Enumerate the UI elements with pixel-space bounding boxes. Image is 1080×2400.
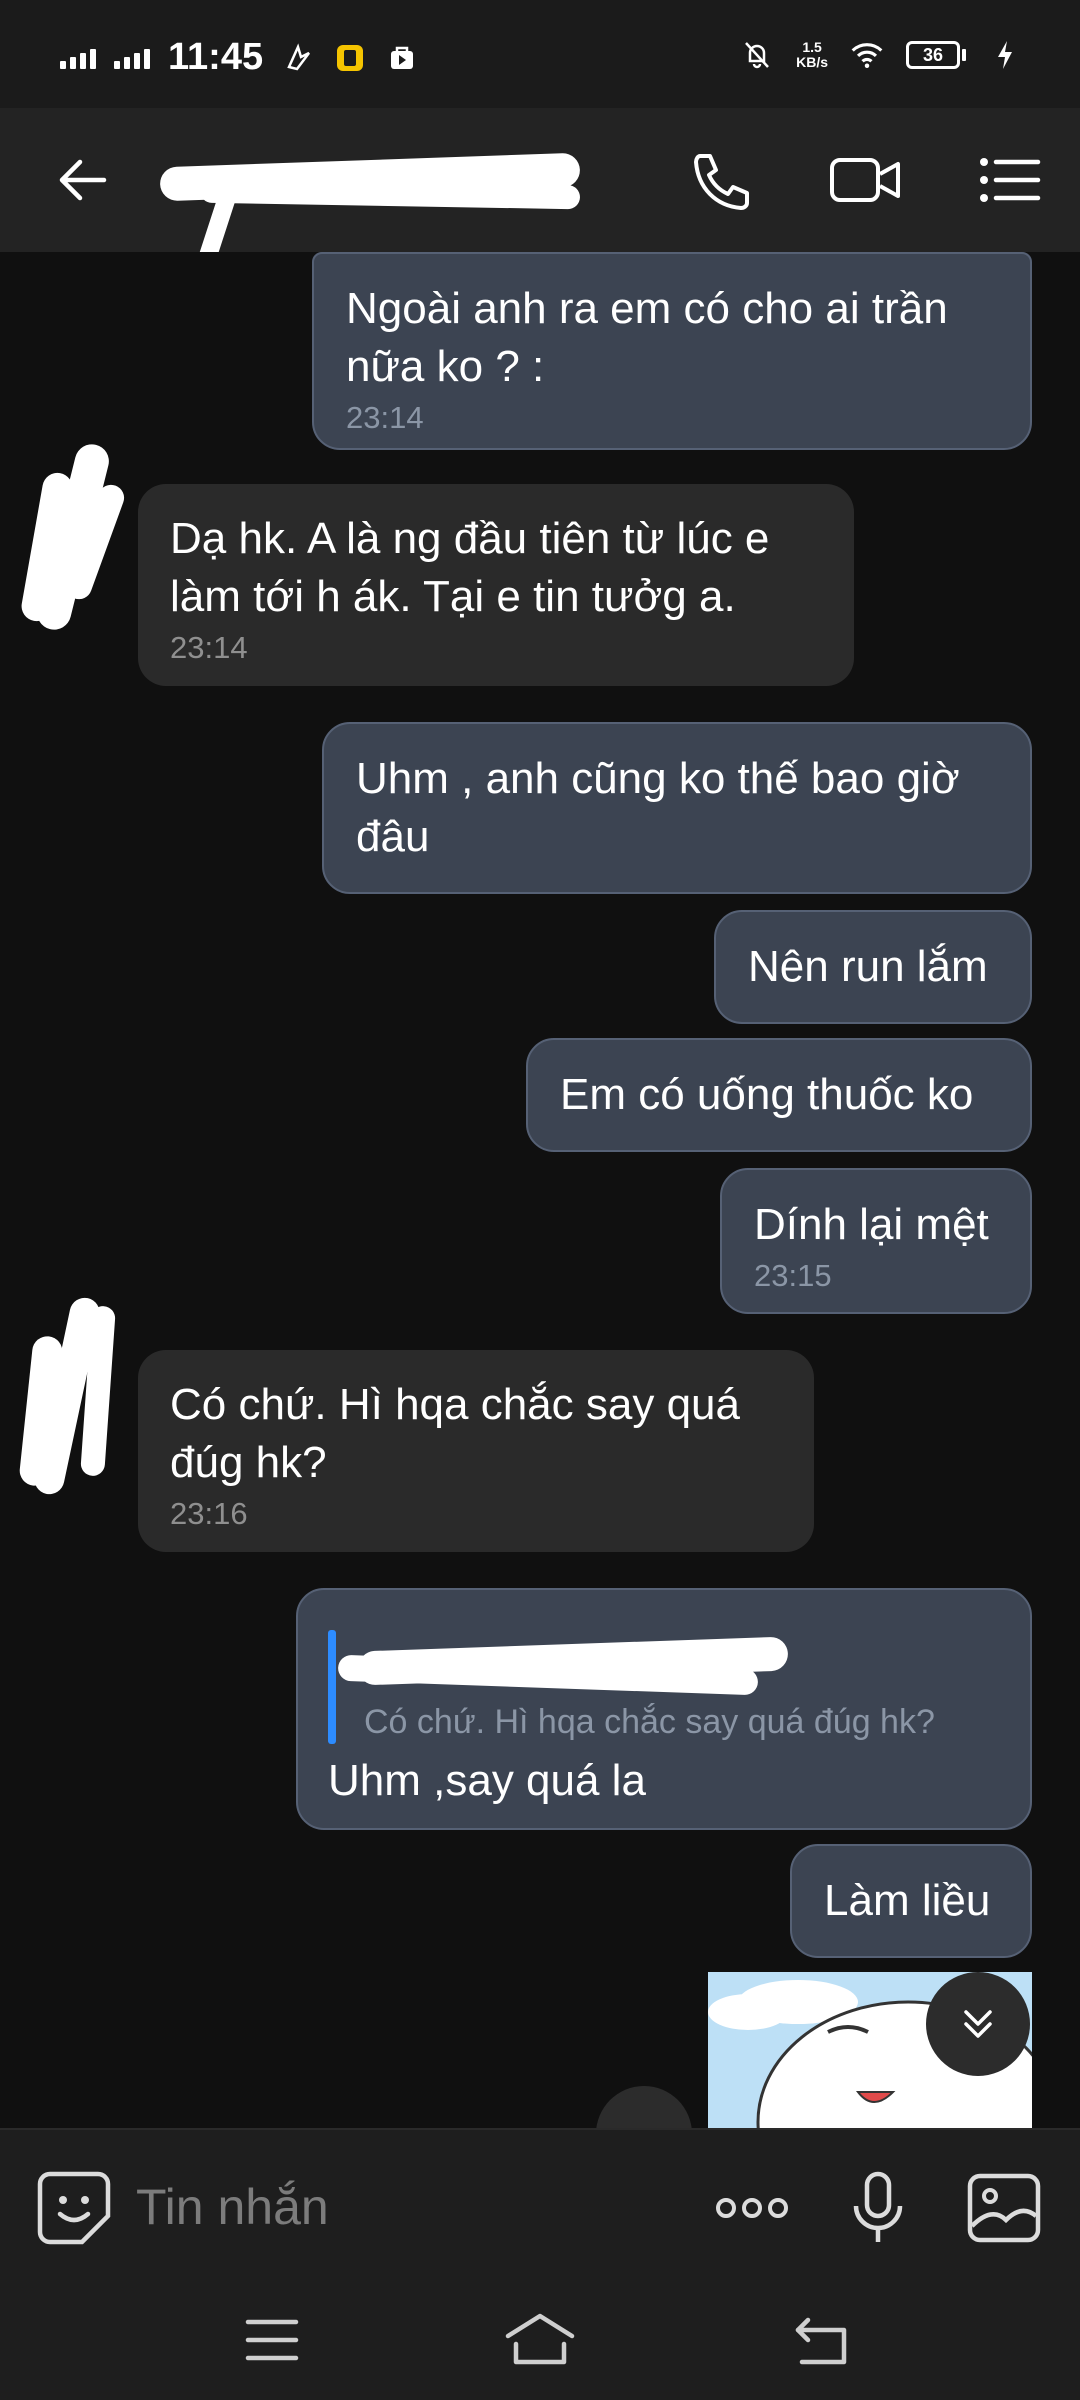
sticker-button[interactable]: [36, 2170, 112, 2246]
message-list[interactable]: Ngoài anh ra em có cho ai trần nữa ko ? …: [0, 252, 1080, 2128]
message-text: Có chứ. Hì hqa chắc say quá đúg hk?: [170, 1380, 740, 1487]
network-speed: 1.5 KB/s: [796, 40, 828, 70]
share-button[interactable]: [596, 2086, 692, 2128]
image-gallery-icon: [967, 2173, 1041, 2243]
options-menu-button[interactable]: [974, 148, 1044, 212]
message-text: Dính lại mệt: [754, 1200, 989, 1249]
message-input-bar: [0, 2128, 1080, 2280]
app-notification-icon: [281, 41, 315, 75]
message-text: Uhm ,say quá la: [328, 1756, 646, 1805]
message-text: Nên run lắm: [748, 942, 988, 991]
voice-record-button[interactable]: [840, 2170, 916, 2246]
quoted-message[interactable]: Có chứ. Hì hqa chắc say quá đúg hk?: [328, 1630, 998, 1744]
message-text: Uhm , anh cũng ko thế bao giờ đâu: [356, 754, 960, 861]
status-bar: 11:45 1.5 KB/s 36: [0, 0, 1080, 108]
network-speed-unit: KB/s: [796, 54, 828, 70]
video-camera-icon: [830, 158, 900, 202]
status-left: 11:45: [60, 36, 419, 79]
message-time: 23:14: [170, 630, 248, 665]
message-text: Em có uống thuốc ko: [560, 1070, 974, 1119]
mute-bell-icon: [740, 38, 774, 72]
message-text: Dạ hk. A là ng đầu tiên từ lúc e làm tới…: [170, 514, 770, 621]
message-text: Làm liều: [824, 1876, 991, 1925]
battery-icon: 36: [906, 41, 966, 69]
network-speed-value: 1.5: [802, 39, 822, 55]
contact-avatar-redacted[interactable]: [12, 432, 128, 634]
message-text: Ngoài anh ra em có cho ai trần nữa ko ? …: [346, 284, 948, 391]
home-button[interactable]: [502, 2308, 578, 2372]
message-bubble-outgoing-reply[interactable]: Có chứ. Hì hqa chắc say quá đúg hk? Uhm …: [296, 1588, 1032, 1830]
double-chevron-down-icon: [964, 2010, 992, 2038]
more-options-button[interactable]: [712, 2170, 792, 2246]
message-bubble-outgoing[interactable]: Dính lại mệt 23:15: [720, 1168, 1032, 1314]
message-bubble-incoming[interactable]: Dạ hk. A là ng đầu tiên từ lúc e làm tới…: [138, 484, 854, 686]
yellow-app-icon: [333, 41, 367, 75]
microphone-icon: [853, 2171, 903, 2242]
message-bubble-outgoing[interactable]: Làm liều: [790, 1844, 1032, 1958]
phone-icon: [694, 154, 749, 210]
battery-level: 36: [906, 41, 960, 69]
charging-bolt-icon: [988, 38, 1022, 72]
back-nav-button[interactable]: [790, 2308, 854, 2372]
status-time: 11:45: [168, 36, 264, 78]
message-bubble-outgoing[interactable]: Ngoài anh ra em có cho ai trần nữa ko ? …: [312, 252, 1032, 450]
play-store-icon: [385, 41, 419, 75]
system-navigation-bar: [0, 2280, 1080, 2400]
back-button[interactable]: [52, 150, 112, 210]
message-time: 23:16: [170, 1496, 248, 1531]
scroll-to-bottom-button[interactable]: [926, 1972, 1030, 2076]
gallery-button[interactable]: [966, 2170, 1042, 2246]
video-call-button[interactable]: [828, 148, 904, 212]
sticker-smile-icon: [37, 2171, 111, 2245]
arrow-left-icon: [59, 159, 107, 201]
voice-call-button[interactable]: [686, 148, 756, 212]
message-bubble-outgoing[interactable]: Uhm , anh cũng ko thế bao giờ đâu: [322, 722, 1032, 894]
list-menu-icon: [980, 158, 1041, 202]
return-arrow-icon: [795, 2317, 847, 2365]
more-dots-icon: [716, 2198, 788, 2218]
wifi-icon: [850, 38, 884, 72]
signal-sim2-icon: [114, 47, 150, 69]
contact-name-redacted[interactable]: [159, 152, 590, 273]
signal-sim1-icon: [60, 47, 96, 69]
message-bubble-outgoing[interactable]: Em có uống thuốc ko: [526, 1038, 1032, 1152]
message-time: 23:14: [346, 400, 424, 435]
message-input[interactable]: [136, 2172, 656, 2242]
message-bubble-incoming[interactable]: Có chứ. Hì hqa chắc say quá đúg hk? 23:1…: [138, 1350, 814, 1552]
message-bubble-outgoing[interactable]: Nên run lắm: [714, 910, 1032, 1024]
recent-apps-button[interactable]: [240, 2308, 304, 2372]
status-right: 1.5 KB/s 36: [740, 38, 1022, 72]
home-icon: [505, 2313, 575, 2365]
menu-lines-icon: [245, 2319, 299, 2361]
quoted-sender-redacted: [337, 1636, 789, 1696]
chat-header: [0, 108, 1080, 273]
message-time: 23:15: [754, 1258, 832, 1293]
contact-avatar-redacted[interactable]: [12, 1286, 122, 1497]
quote-bar: [328, 1630, 336, 1744]
